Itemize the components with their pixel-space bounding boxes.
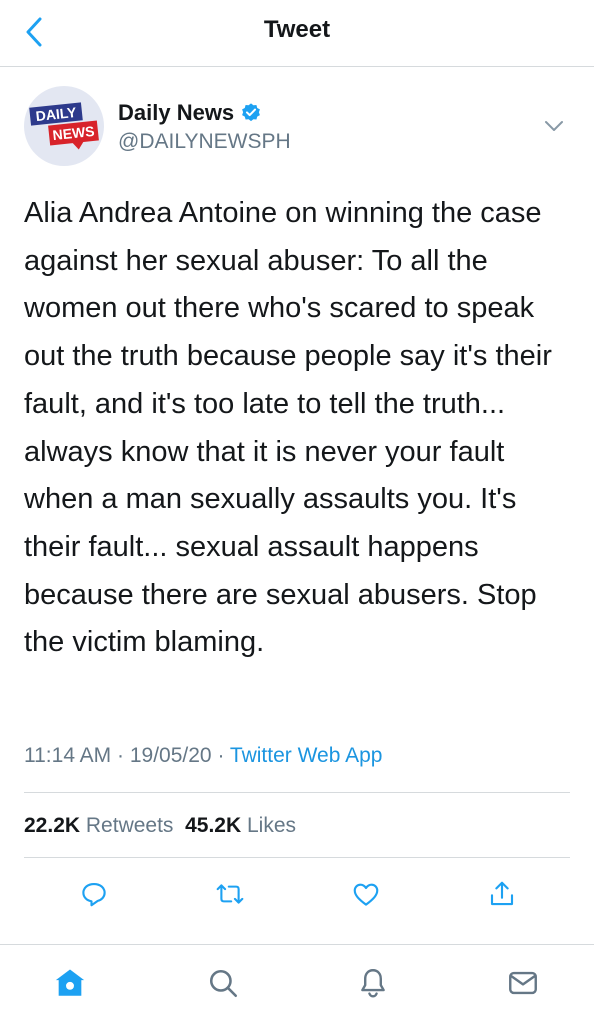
chevron-down-icon[interactable]	[542, 114, 566, 138]
likes-label: Likes	[247, 814, 297, 837]
tab-home[interactable]	[50, 963, 90, 1003]
like-icon	[353, 883, 379, 906]
tweet-actions	[24, 872, 570, 916]
tweet-meta: 11:14 AM · 19/05/20 · Twitter Web App	[24, 744, 382, 768]
retweets-label: Retweets	[85, 814, 174, 837]
reply-button[interactable]	[76, 876, 112, 912]
share-button[interactable]	[484, 876, 520, 912]
meta-separator: ·	[117, 744, 125, 767]
top-bar: Tweet	[0, 0, 594, 67]
reply-icon	[82, 882, 106, 907]
divider	[24, 857, 570, 858]
tab-messages[interactable]	[503, 963, 543, 1003]
retweets-stat[interactable]: 22.2K Retweets	[24, 814, 173, 837]
tweet-time: 11:14 AM	[24, 744, 112, 767]
tweet-date: 19/05/20	[129, 744, 212, 767]
meta-separator: ·	[217, 744, 225, 767]
page-title: Tweet	[263, 16, 331, 43]
messages-icon	[509, 971, 537, 995]
likes-stat[interactable]: 45.2K Likes	[185, 814, 296, 837]
tab-notifications[interactable]	[353, 963, 393, 1003]
retweet-button[interactable]	[212, 876, 248, 912]
tweet-author: DAILY NEWS Daily News @DAILYNEWSPH	[24, 86, 570, 168]
like-button[interactable]	[348, 876, 384, 912]
tweet-text: Alia Andrea Antoine on winning the case …	[24, 197, 552, 659]
tweet-stats: 22.2K Retweets 45.2K Likes	[24, 814, 296, 838]
notifications-icon	[361, 969, 385, 998]
retweet-icon	[216, 884, 244, 904]
author-name: Daily News	[118, 100, 235, 125]
author-handle[interactable]: @DAILYNEWSPH	[118, 130, 291, 154]
avatar-logo-text-2: NEWS	[48, 120, 99, 146]
share-icon	[490, 881, 514, 906]
verified-badge-icon	[242, 103, 261, 122]
search-icon	[209, 969, 238, 998]
author-name-row[interactable]: Daily News	[118, 100, 262, 126]
tweet-source-link[interactable]: Twitter Web App	[230, 744, 383, 767]
likes-count: 45.2K	[185, 814, 242, 837]
avatar[interactable]: DAILY NEWS	[24, 86, 104, 166]
divider	[24, 792, 570, 793]
home-icon	[55, 969, 85, 996]
tab-search[interactable]	[203, 963, 243, 1003]
bottom-tab-bar	[0, 944, 594, 1025]
retweets-count: 22.2K	[24, 814, 81, 837]
